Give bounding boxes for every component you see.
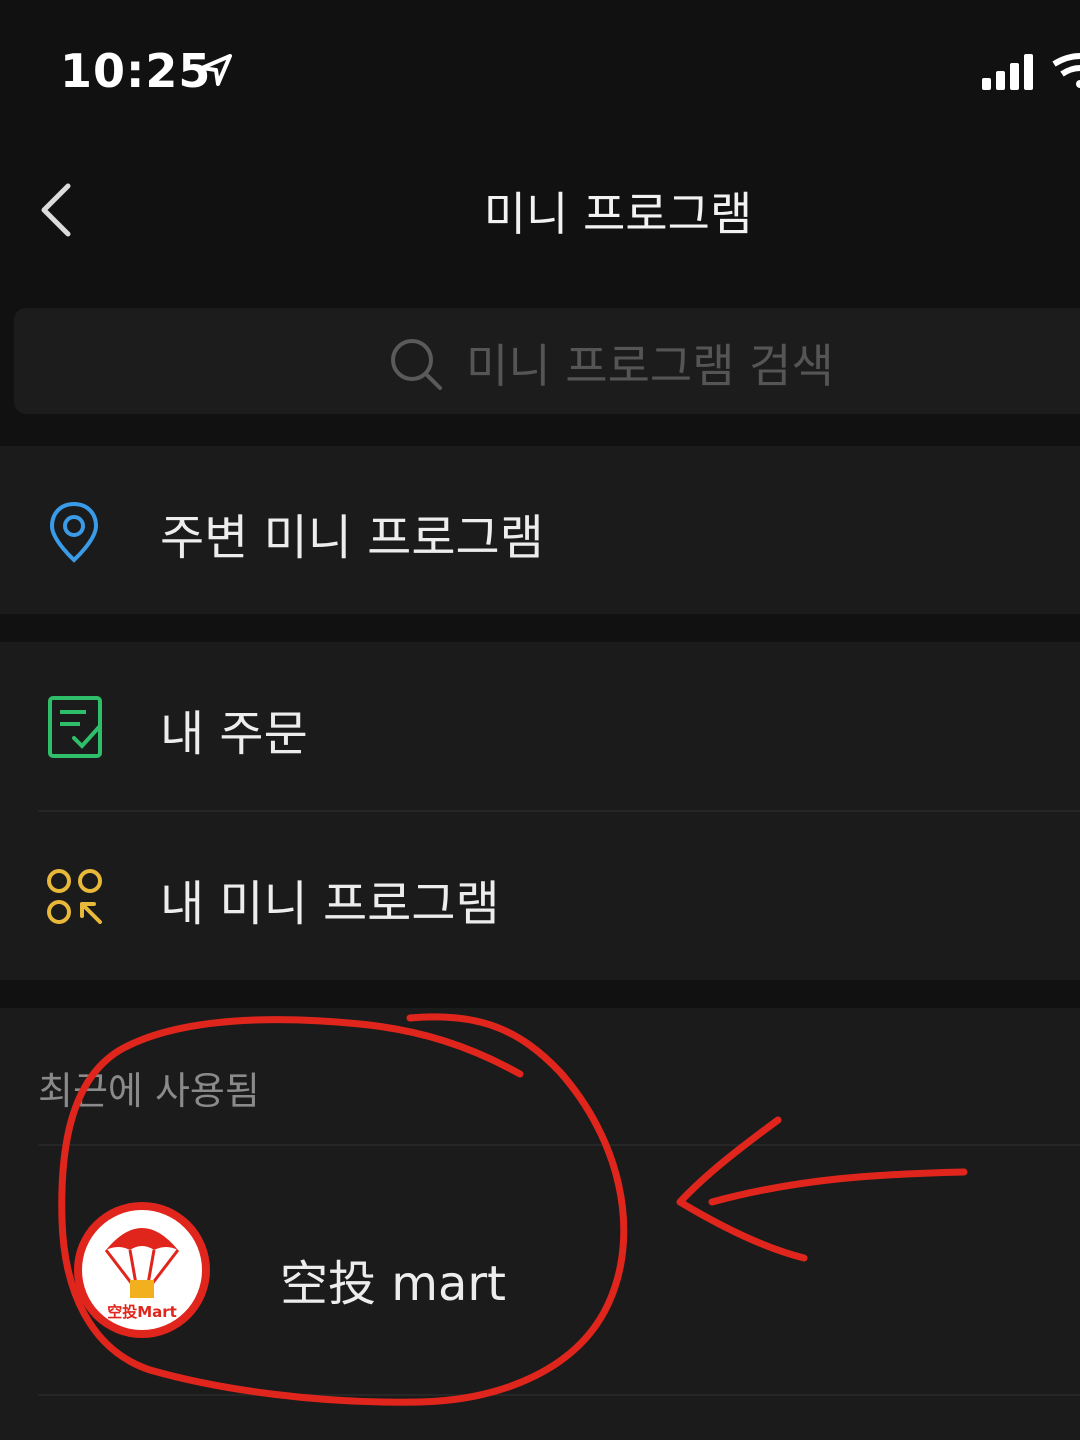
search-icon [391, 339, 442, 390]
search-input[interactable]: 미니 프로그램 검색 [14, 308, 1080, 414]
location-arrow-icon [200, 54, 232, 86]
divider [38, 1144, 1080, 1146]
mini-programs-grid-icon [47, 869, 102, 924]
cellular-signal-icon [982, 54, 1033, 90]
menu-item-my-programs-label: 내 미니 프로그램 [160, 876, 500, 932]
nearby-group: 주변 미니 프로그램 [0, 446, 1080, 614]
menu-item-orders-label: 내 주문 [160, 706, 308, 762]
recent-section-label: 최근에 사용됨 [38, 1069, 260, 1113]
menu-item-my-programs[interactable]: 내 미니 프로그램 [0, 812, 1080, 982]
location-pin-icon [49, 501, 99, 563]
app-logo: 空投Mart [74, 1202, 210, 1338]
app-logo-text: 空投Mart [107, 1303, 177, 1321]
checklist-icon [48, 696, 102, 758]
divider [38, 1394, 1080, 1396]
status-bar: 10:25 [0, 0, 1080, 140]
page-title: 미니 프로그램 [483, 187, 753, 241]
menu-item-nearby-label: 주변 미니 프로그램 [160, 510, 544, 566]
recent-item-name: 空投 mart [280, 1256, 506, 1312]
search-placeholder: 미니 프로그램 검색 [466, 339, 834, 393]
my-group: 내 주문 내 미니 프로그램 [0, 642, 1080, 980]
menu-item-orders[interactable]: 내 주문 [0, 642, 1080, 812]
wifi-icon [1052, 53, 1080, 88]
status-time: 10:25 [60, 44, 212, 98]
navigation-bar: 미니 프로그램 [0, 140, 1080, 280]
menu-item-nearby[interactable]: 주변 미니 프로그램 [0, 446, 1080, 616]
